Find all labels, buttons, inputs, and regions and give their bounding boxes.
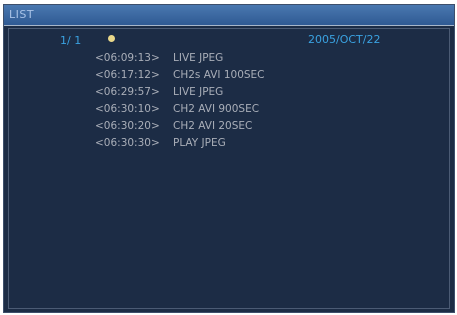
entry-description: LIVE JPEG [173,86,224,98]
entry-description: CH2 AVI 900SEC [173,103,260,115]
entry-description: CH2 AVI 20SEC [173,120,253,132]
entry-time: <06:17:12> [95,69,160,81]
entry-description: CH2s AVI 100SEC [173,69,265,81]
date-display: 2005/OCT/22 [308,33,381,46]
entry-description: LIVE JPEG [173,52,224,64]
title-bar: LIST [4,5,454,26]
list-window: LIST [3,4,455,313]
list-item[interactable]: <06:30:20> CH2 AVI 20SEC [95,120,265,137]
entry-time: <06:29:57> [95,86,160,98]
entry-description: PLAY JPEG [173,137,226,149]
entry-time: <06:30:30> [95,137,160,149]
event-list: <06:09:13> LIVE JPEG <06:17:12> CH2s AVI 1… [95,52,265,154]
list-item[interactable]: <06:30:30> PLAY JPEG [95,137,265,154]
list-item[interactable]: <06:30:10> CH2 AVI 900SEC [95,103,265,120]
list-item[interactable]: <06:29:57> LIVE JPEG [95,86,265,103]
entry-time: <06:09:13> [95,52,160,64]
entry-time: <06:30:10> [95,103,160,115]
list-item[interactable]: <06:09:13> LIVE JPEG [95,52,265,69]
entry-time: <06:30:20> [95,120,160,132]
window-title: LIST [9,8,35,21]
status-dot-icon [108,35,115,42]
list-item[interactable]: <06:17:12> CH2s AVI 100SEC [95,69,265,86]
page-indicator: 1/ 1 [60,34,82,47]
